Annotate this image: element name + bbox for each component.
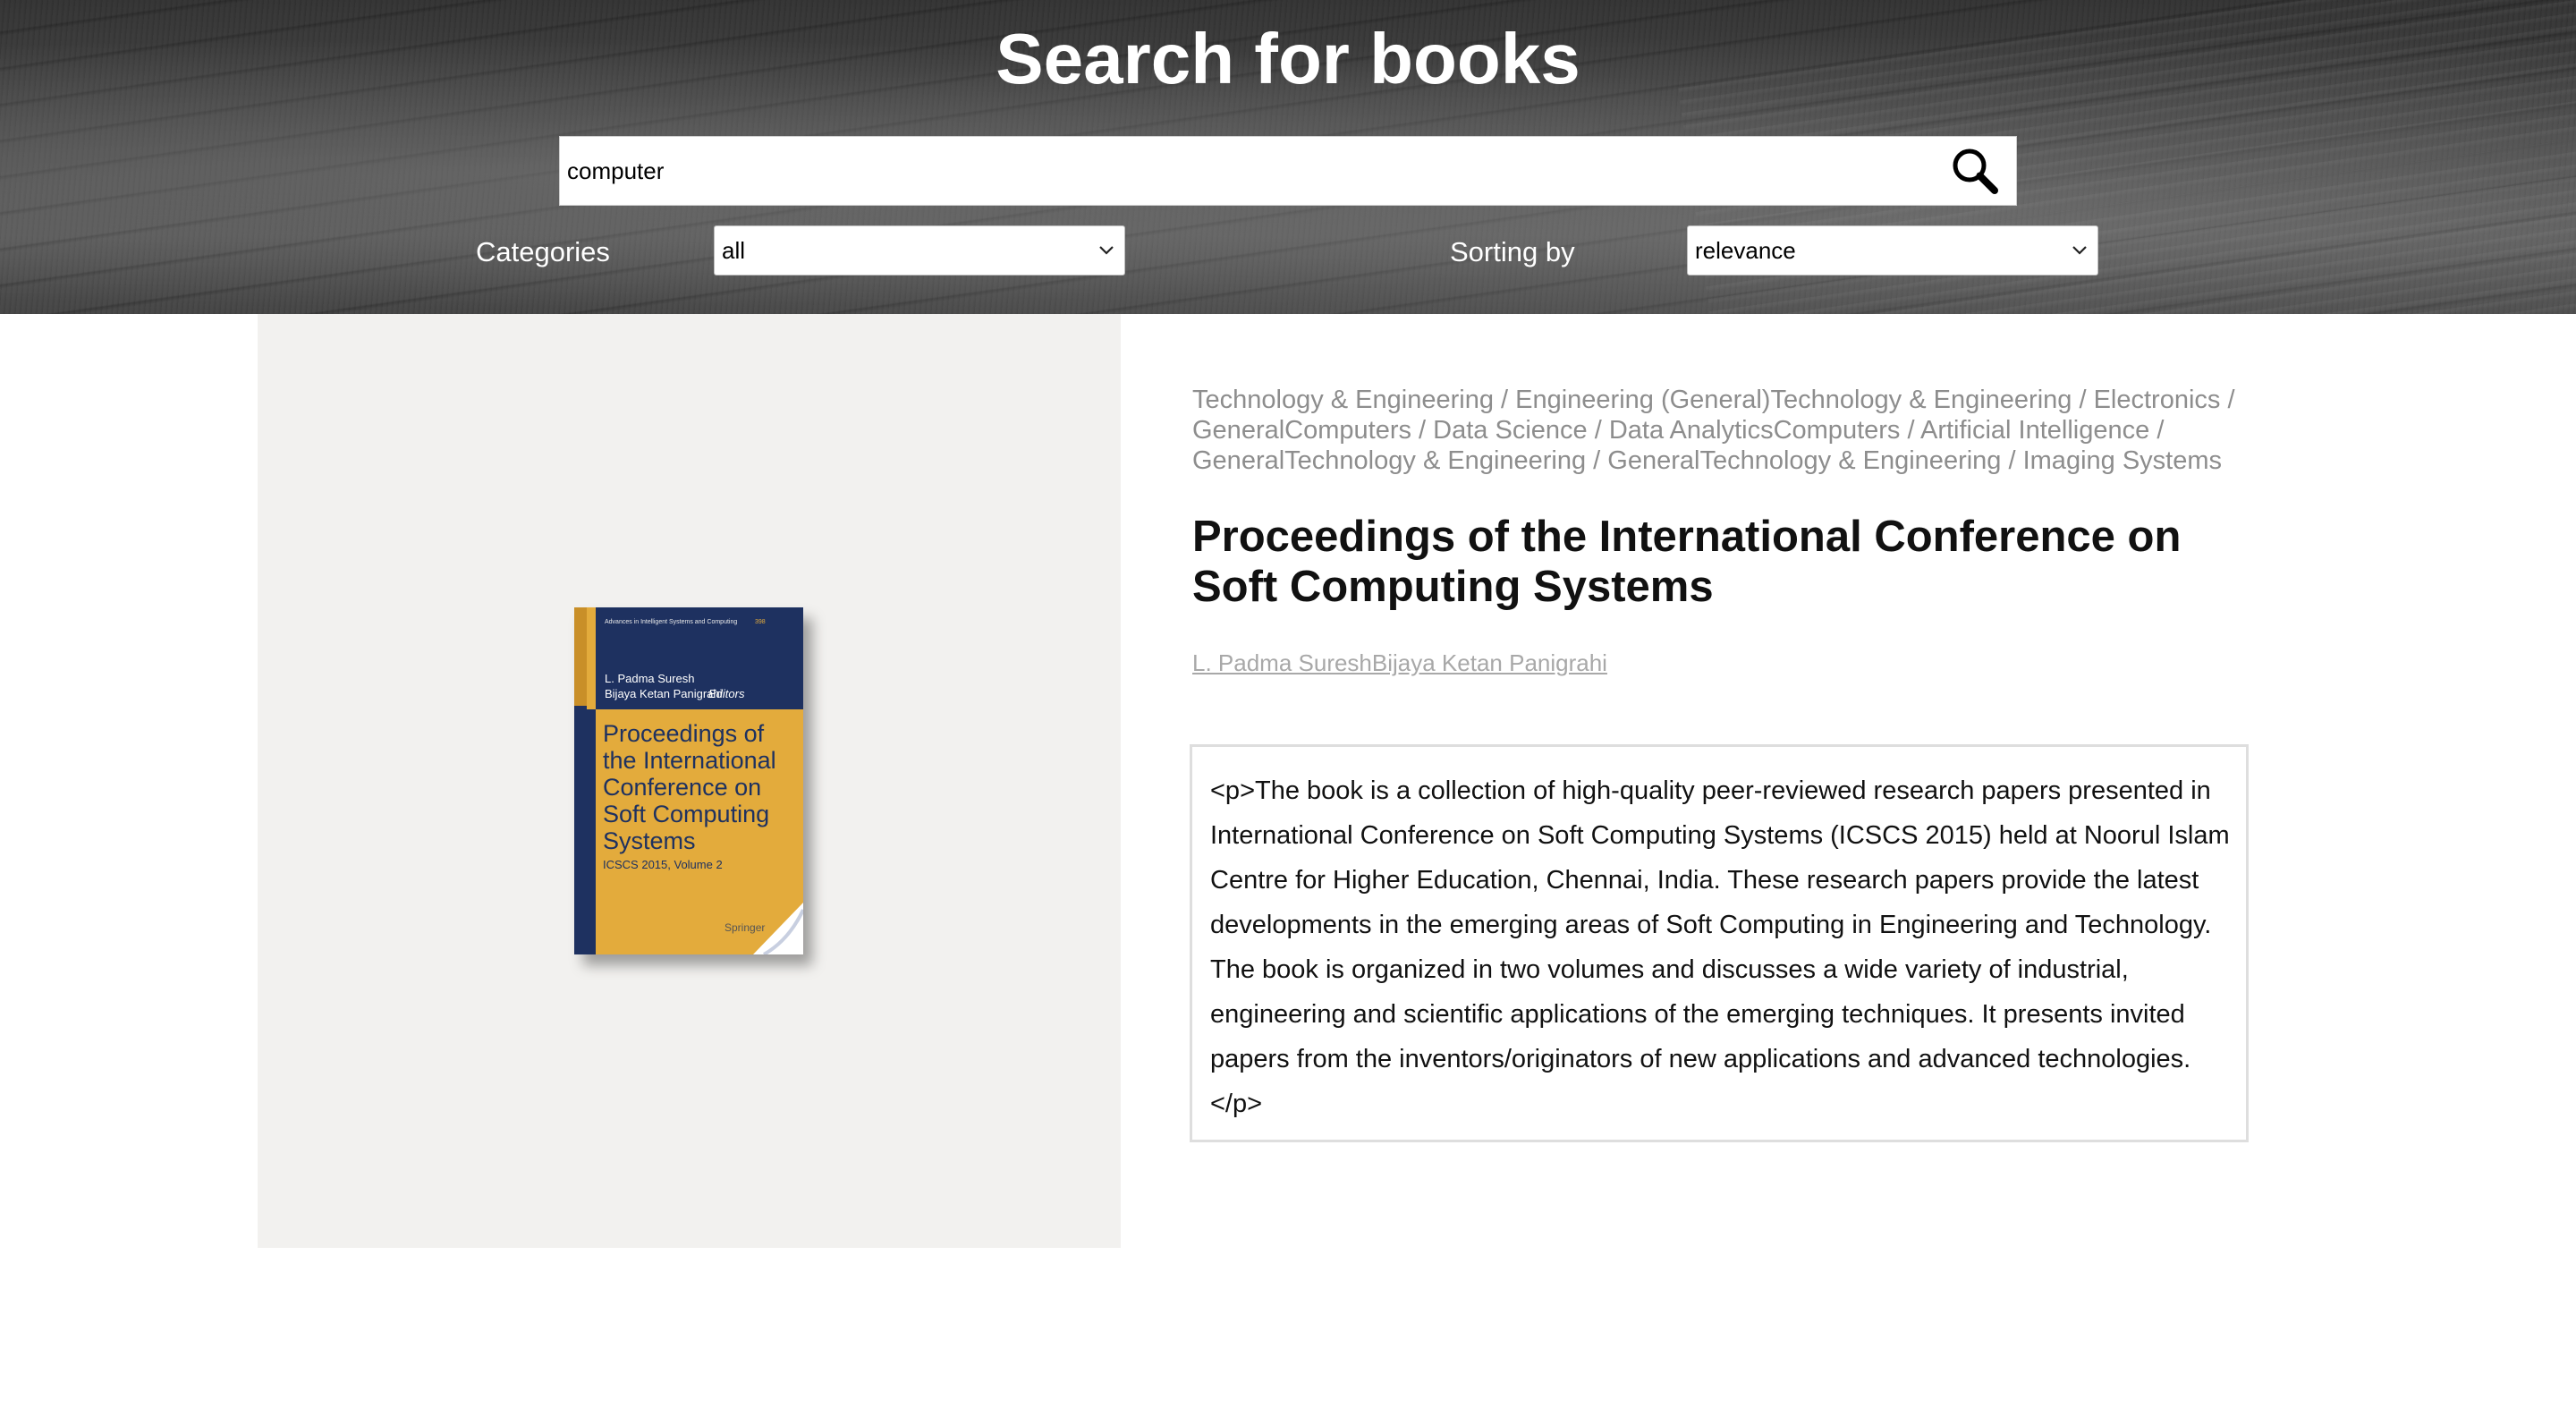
cover-title-line: the International — [603, 747, 776, 774]
cover-publisher: Springer — [724, 921, 765, 934]
categories-select[interactable]: all — [714, 225, 1125, 276]
categories-selected-value: all — [722, 237, 746, 264]
search-bar — [559, 136, 2017, 206]
cover-title-line: Proceedings of — [603, 720, 765, 747]
cover-series: Advances in Intelligent Systems and Comp… — [605, 619, 737, 625]
book-categories: Technology & Engineering / Engineering (… — [1192, 386, 2235, 475]
cover-editors-label: Editors — [708, 687, 745, 700]
cover-editor-1: L. Padma Suresh — [605, 672, 694, 685]
cover-editor-2: Bijaya Ketan Panigrahi — [605, 687, 723, 700]
categories-label: Categories — [476, 236, 610, 267]
book-authors-link[interactable]: L. Padma SureshBijaya Ketan Panigrahi — [1192, 648, 1607, 678]
page-title: Search for books — [996, 19, 1580, 98]
search-icon — [1953, 148, 1998, 194]
cover-volume: ICSCS 2015, Volume 2 — [603, 858, 723, 871]
chevron-down-icon — [1099, 246, 1114, 255]
search-button[interactable] — [1948, 144, 2002, 198]
cover-title-line: Conference on — [603, 774, 761, 801]
book-description: <p>The book is a collection of high-qual… — [1190, 744, 2249, 1142]
book-cover-image: Advances in Intelligent Systems and Comp… — [574, 607, 805, 956]
search-input[interactable] — [564, 137, 1927, 205]
sorting-label: Sorting by — [1450, 236, 1575, 267]
cover-title-line: Soft Computing — [603, 801, 769, 827]
chevron-down-icon — [2072, 246, 2087, 255]
search-header: Search for books Categories all Sorting … — [0, 0, 2576, 314]
book-title: Proceedings of the International Confere… — [1192, 513, 2182, 611]
sorting-selected-value: relevance — [1695, 237, 1796, 264]
cover-series-number: 398 — [755, 619, 766, 625]
sorting-select[interactable]: relevance — [1687, 225, 2098, 276]
cover-title-line: Systems — [603, 827, 696, 854]
